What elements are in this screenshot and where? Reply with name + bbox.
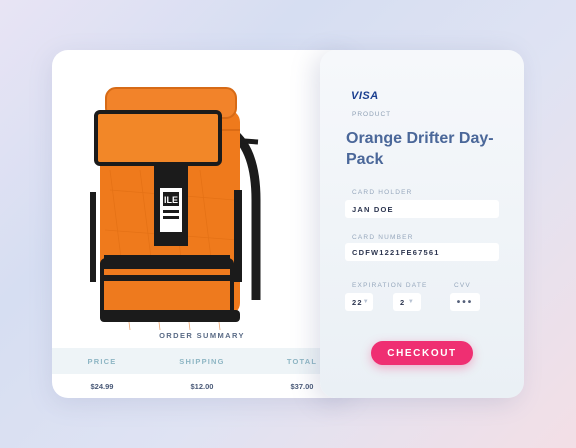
visa-logo: VISA: [351, 90, 379, 102]
shipping-header: SHIPPING: [179, 356, 225, 366]
card-holder-input[interactable]: JAN DOE: [345, 200, 499, 218]
chevron-down-icon: ▼: [407, 299, 415, 305]
summary-header-row: PRICE SHIPPING TOTAL: [52, 348, 352, 374]
product-image: ILE: [90, 87, 261, 331]
cvv-input[interactable]: •••: [450, 293, 480, 311]
expiration-day-select[interactable]: 22 ▼: [345, 293, 373, 311]
expiration-day-value: 22: [352, 297, 363, 307]
summary-values-row: $24.99 $12.00 $37.00: [52, 374, 352, 398]
price-header: PRICE: [87, 356, 117, 366]
order-summary-title: ORDER SUMMARY: [159, 331, 245, 340]
payment-card: VISA PRODUCT Orange Drifter Day-Pack CAR…: [320, 50, 524, 398]
shipping-value: $12.00: [190, 381, 214, 391]
product-title: Orange Drifter Day-Pack: [346, 130, 494, 168]
chevron-down-icon: ▼: [362, 299, 370, 305]
badge-logo: ILE: [164, 195, 178, 205]
product-label: PRODUCT: [352, 111, 392, 118]
card-number-label: CARD NUMBER: [352, 234, 414, 241]
expiration-date-label: EXPIRATION DATE: [352, 282, 428, 289]
order-summary-table: PRICE SHIPPING TOTAL $24.99 $12.00 $37.0…: [52, 348, 352, 398]
card-number-input[interactable]: CDFW1221FE67561: [345, 243, 499, 261]
expiration-month-select[interactable]: 2 ▼: [393, 293, 421, 311]
card-holder-label: CARD HOLDER: [352, 189, 413, 196]
checkout-button[interactable]: CHECKOUT: [371, 341, 473, 365]
price-value: $24.99: [90, 381, 114, 391]
product-card: ILE ORDER SUMMARY PRICE SHIPPING TOTAL $…: [52, 50, 352, 398]
cvv-label: CVV: [454, 282, 471, 289]
expiration-month-value: 2: [400, 297, 406, 307]
